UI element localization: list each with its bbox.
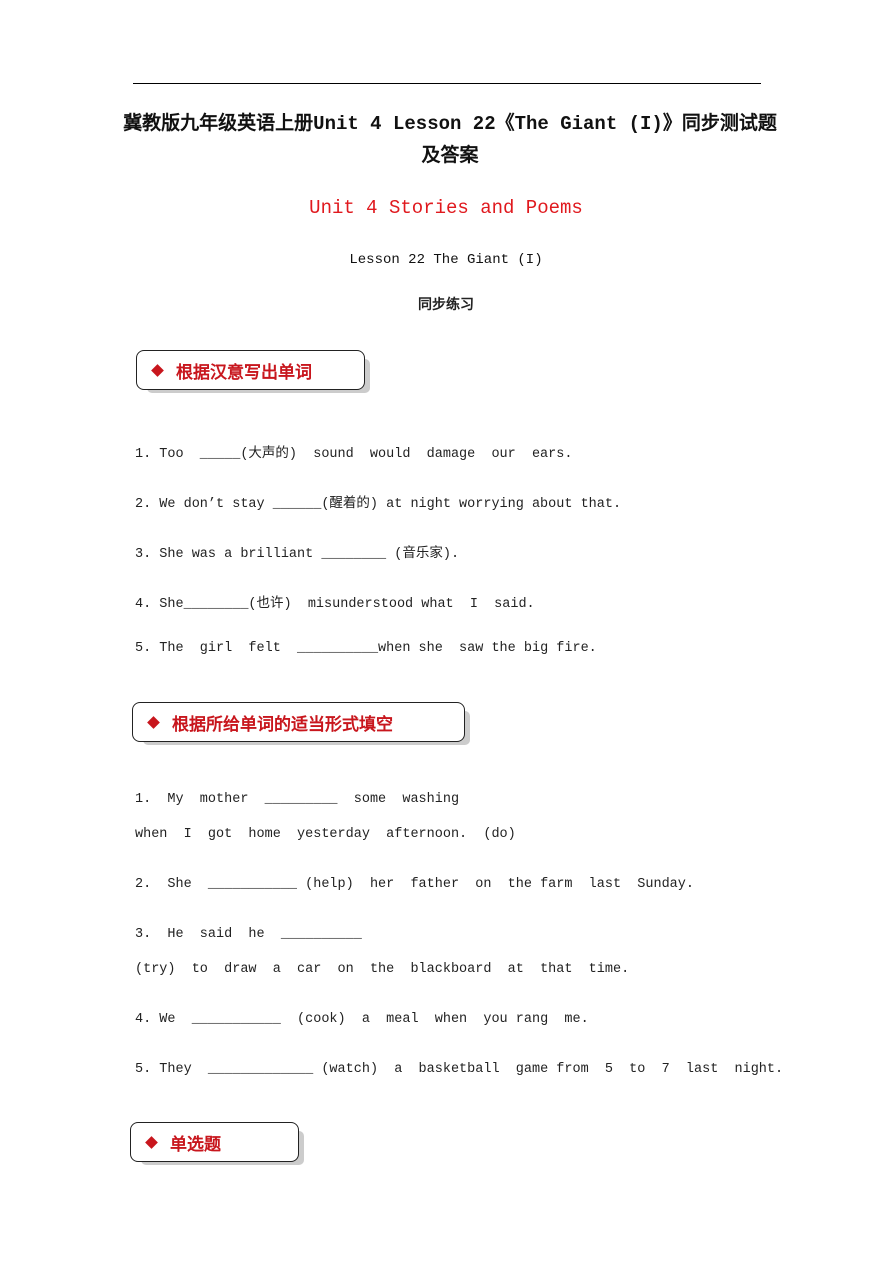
diamond-icon <box>145 1135 158 1149</box>
question-line: 4. She________(也许) misunderstood what I … <box>135 597 535 612</box>
unit-heading: Unit 4 Stories and Poems <box>309 197 583 219</box>
question-line: 3. He said he __________ <box>135 927 362 942</box>
question-line: 5. The girl felt __________when she saw … <box>135 641 597 656</box>
section-heading-box: 根据所给单词的适当形式填空 <box>132 702 465 742</box>
document-title: 冀教版九年级英语上册Unit 4 Lesson 22《The Giant (I)… <box>123 113 777 167</box>
question-line: 4. We ___________ (cook) a meal when you… <box>135 1012 589 1027</box>
practice-label: 同步练习 <box>418 297 474 313</box>
section-heading-box: 根据汉意写出单词 <box>136 350 365 390</box>
document-page: 冀教版九年级英语上册Unit 4 Lesson 22《The Giant (I)… <box>0 0 892 1262</box>
question-line: 2. She ___________ (help) her father on … <box>135 877 694 892</box>
question-line: (try) to draw a car on the blackboard at… <box>135 962 630 977</box>
section-heading: 根据汉意写出单词 <box>176 362 312 383</box>
diamond-icon <box>147 715 160 729</box>
lesson-heading: Lesson 22 The Giant (I) <box>349 252 543 268</box>
section-heading: 单选题 <box>170 1134 221 1155</box>
question-line: 3. She was a brilliant ________ (音乐家). <box>135 547 460 562</box>
question-line: 1. My mother _________ some washing <box>135 792 460 807</box>
question-line: 2. We don’t stay ______(醒着的) at night wo… <box>135 497 622 512</box>
section-heading: 根据所给单词的适当形式填空 <box>172 714 393 735</box>
section-heading-box: 单选题 <box>130 1122 299 1162</box>
question-line: 5. They _____________ (watch) a basketba… <box>135 1062 784 1077</box>
question-line: 1. Too _____(大声的) sound would damage our… <box>135 447 573 462</box>
header-rule <box>133 83 761 84</box>
diamond-icon <box>151 363 164 377</box>
question-line: when I got home yesterday afternoon. (do… <box>135 827 516 842</box>
